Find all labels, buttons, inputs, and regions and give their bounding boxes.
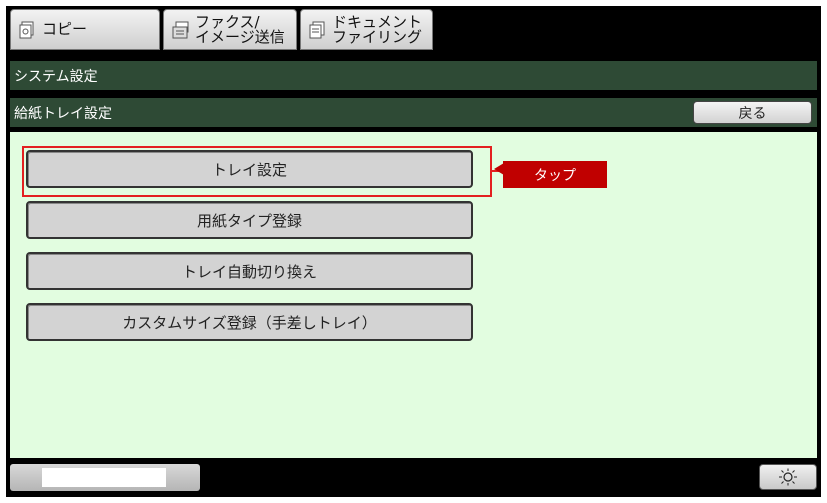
custom-size-registration-label: カスタムサイズ登録（手差しトレイ） xyxy=(122,313,377,332)
system-settings-bar: システム設定 xyxy=(10,61,817,90)
auto-tray-switching-button[interactable]: トレイ自動切り換え xyxy=(26,252,473,290)
tab-fax-image-send[interactable]: ファクス/ イメージ送信 xyxy=(163,9,297,50)
tab-copy[interactable]: コピー xyxy=(10,9,160,50)
tap-callout-label: タップ xyxy=(534,167,576,184)
main-content: トレイ設定 用紙タイプ登録 トレイ自動切り換え カスタムサイズ登録（手差しトレイ… xyxy=(10,132,817,458)
status-indicator xyxy=(10,464,200,491)
page-title: 給紙トレイ設定 xyxy=(14,105,112,122)
system-settings-title: システム設定 xyxy=(14,68,98,85)
tab-copy-label: コピー xyxy=(42,20,88,38)
tray-settings-label: トレイ設定 xyxy=(211,160,287,179)
back-button-label: 戻る xyxy=(738,105,767,122)
tab-document-filing-label: ドキュメント ファイリング xyxy=(332,12,423,46)
fax-icon xyxy=(172,21,189,38)
document-filing-icon xyxy=(309,21,325,38)
tab-document-filing[interactable]: ドキュメント ファイリング xyxy=(300,9,433,50)
tray-settings-button[interactable]: トレイ設定 xyxy=(26,150,473,188)
paper-type-registration-button[interactable]: 用紙タイプ登録 xyxy=(26,201,473,239)
paper-tray-settings-bar: 給紙トレイ設定 戻る xyxy=(10,98,817,127)
auto-tray-switching-label: トレイ自動切り換え xyxy=(181,262,317,281)
brightness-icon xyxy=(779,468,797,486)
brightness-button[interactable] xyxy=(759,464,817,490)
copy-icon xyxy=(19,21,34,38)
custom-size-registration-button[interactable]: カスタムサイズ登録（手差しトレイ） xyxy=(26,303,473,341)
back-button[interactable]: 戻る xyxy=(693,101,812,124)
tap-callout: タップ xyxy=(494,161,607,188)
paper-type-registration-label: 用紙タイプ登録 xyxy=(196,211,302,230)
tab-fax-label: ファクス/ イメージ送信 xyxy=(195,12,285,46)
status-indicator-fill xyxy=(42,468,166,487)
panel-frame: コピー ファクス/ イメージ送信 ドキュメント ファイリング システム設定 給紙… xyxy=(6,6,821,497)
